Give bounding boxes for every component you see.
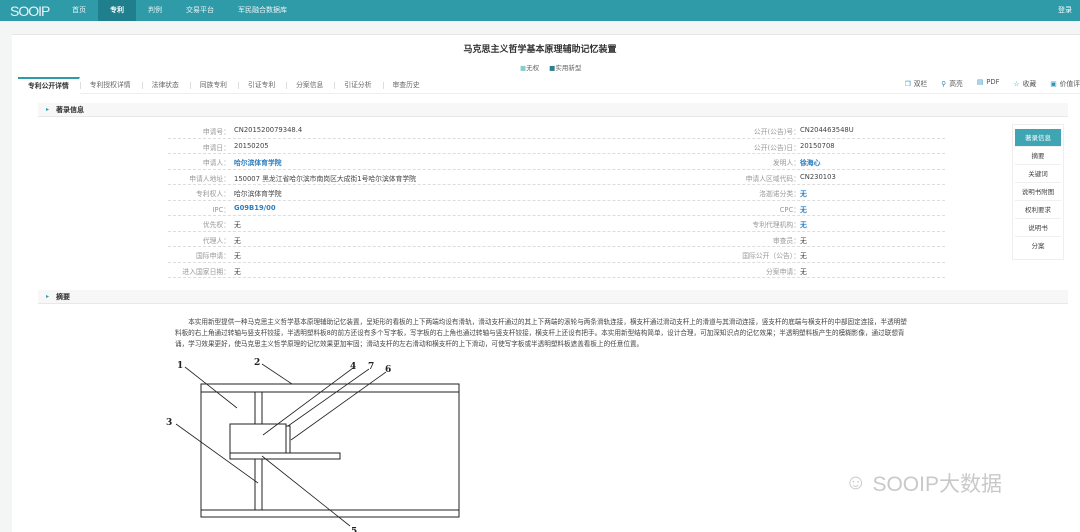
figure-label: 2 [254,358,260,368]
leader-line [261,455,351,527]
leader-line [287,368,370,427]
writing-board [229,423,287,454]
figure-label: 5 [351,527,357,532]
figure-label: 7 [368,362,374,372]
leader-line [184,366,238,409]
cross-bar [229,452,341,460]
figure-label: 4 [350,362,356,372]
leader-line [261,363,293,385]
figure-label: 3 [166,418,172,428]
leader-line [290,371,387,441]
hinge-bar [285,425,291,454]
figure-label: 1 [177,361,183,371]
board-outline [200,383,460,518]
watermark: ☺ SOOIP大数据 [845,471,1002,496]
figure-label: 6 [385,365,391,375]
wechat-icon: ☺ [845,471,867,494]
patent-drawing: 1 2 3 4 5 6 7 [166,358,460,532]
leader-line [262,367,354,436]
